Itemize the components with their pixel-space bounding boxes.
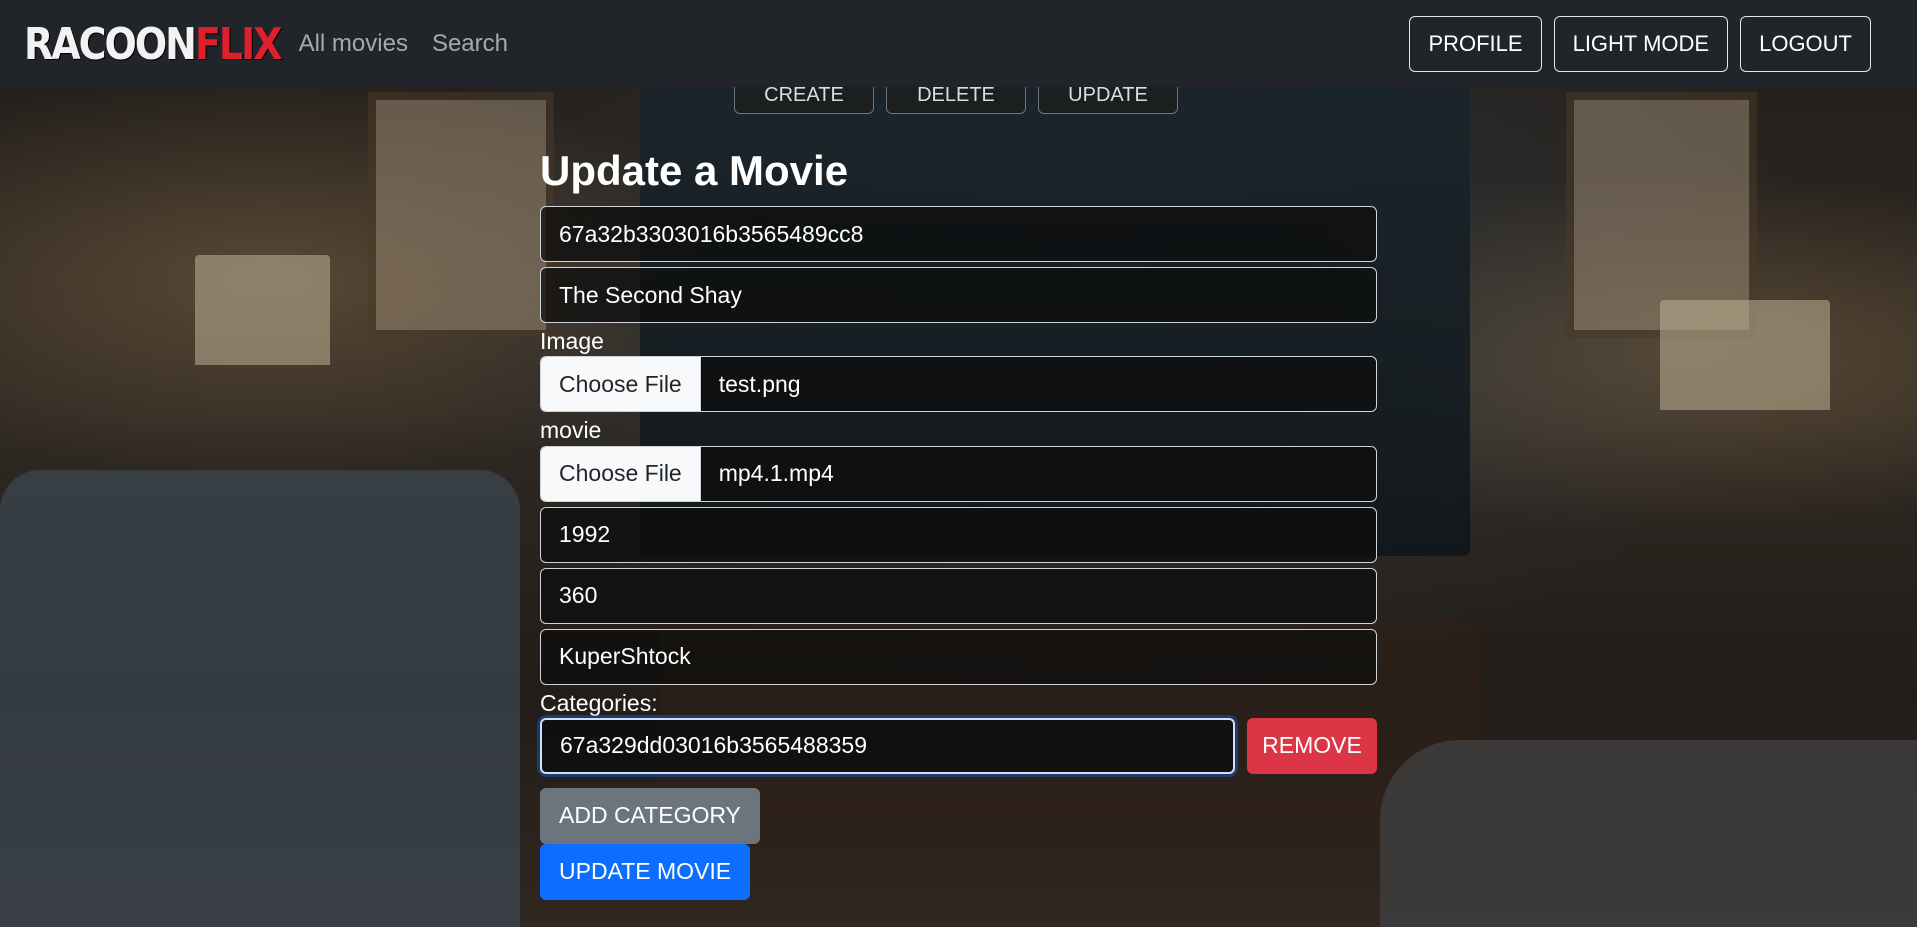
navbar: RACOONFLIX All movies Search PROFILE LIG… xyxy=(0,0,1917,87)
image-file-name: test.png xyxy=(718,370,801,397)
movie-file-input[interactable]: Choose File mp4.1.mp4 xyxy=(540,445,1377,502)
logout-button[interactable]: LOGOUT xyxy=(1740,15,1871,72)
movie-choose-file-button[interactable]: Choose File xyxy=(541,446,701,501)
navbar-actions: PROFILE LIGHT MODE LOGOUT xyxy=(1409,15,1871,72)
image-choose-file-button[interactable]: Choose File xyxy=(541,357,701,412)
remove-category-button[interactable]: REMOVE xyxy=(1247,717,1377,774)
year-input[interactable]: 1992 xyxy=(540,506,1377,563)
nav-link-all-movies[interactable]: All movies xyxy=(299,30,408,58)
movie-name-input[interactable]: The Second Shay xyxy=(540,267,1377,323)
duration-input[interactable]: 360 xyxy=(540,567,1377,624)
page-title: Update a Movie xyxy=(540,147,849,194)
categories-label: Categories: xyxy=(540,689,658,716)
brand-logo[interactable]: RACOONFLIX xyxy=(24,18,283,69)
update-movie-button[interactable]: UPDATE MOVIE xyxy=(540,843,751,900)
add-category-button[interactable]: ADD CATEGORY xyxy=(540,787,760,844)
category-input[interactable]: 67a329dd03016b3565488359 xyxy=(540,717,1235,774)
brand-logo-part1: RACOON xyxy=(24,18,197,69)
image-file-input[interactable]: Choose File test.png xyxy=(540,356,1377,413)
update-movie-form: Update a Movie 67a32b3303016b3565489cc8 … xyxy=(540,150,1377,900)
image-label: Image xyxy=(540,328,604,354)
profile-button[interactable]: PROFILE xyxy=(1409,15,1542,72)
movie-id-input[interactable]: 67a32b3303016b3565489cc8 xyxy=(540,206,1377,262)
brand-logo-part2: FLIX xyxy=(194,18,283,69)
director-input[interactable]: KuperShtock xyxy=(540,628,1377,685)
movie-file-name: mp4.1.mp4 xyxy=(718,460,834,487)
movie-file-label: movie xyxy=(540,417,602,444)
category-row: 67a329dd03016b3565488359 REMOVE xyxy=(540,717,1377,774)
nav-link-search[interactable]: Search xyxy=(432,30,508,58)
light-mode-button[interactable]: LIGHT MODE xyxy=(1553,15,1729,72)
